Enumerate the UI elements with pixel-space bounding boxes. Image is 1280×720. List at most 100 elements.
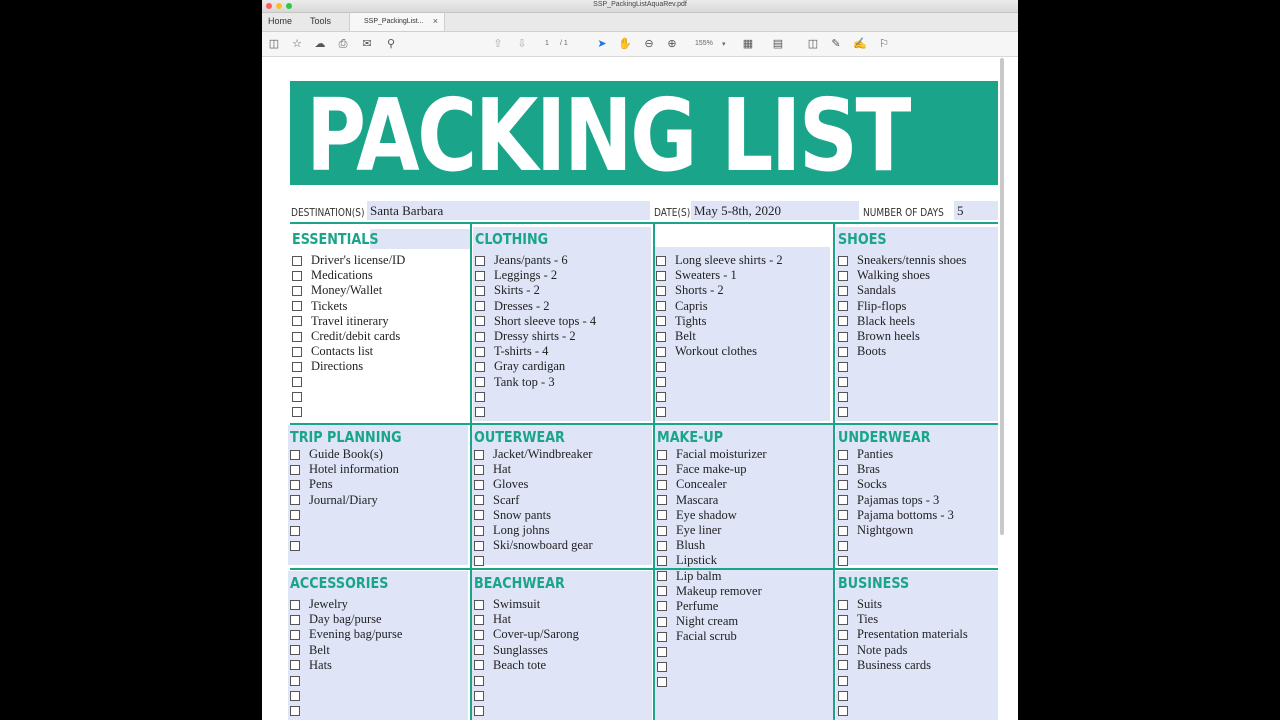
checkbox[interactable] [292, 346, 302, 357]
checkbox[interactable] [474, 495, 484, 506]
checklist-item-label[interactable]: Workout clothes [675, 344, 757, 359]
checklist-item-label[interactable]: Sandals [857, 283, 896, 298]
checkbox[interactable] [838, 301, 848, 312]
checklist-item-label[interactable]: Short sleeve tops - 4 [494, 314, 596, 329]
checklist-item-label[interactable]: Skirts - 2 [494, 283, 540, 298]
checklist-item-label[interactable]: Money/Wallet [311, 283, 382, 298]
checkbox[interactable] [838, 346, 848, 357]
checkbox[interactable] [656, 377, 666, 388]
checkbox[interactable] [838, 270, 848, 281]
checkbox[interactable] [656, 331, 666, 342]
tab-document[interactable]: SSP_PackingList... × [349, 13, 445, 31]
checklist-item-label[interactable]: Beach tote [493, 658, 546, 673]
checklist-item-label[interactable]: Hat [493, 462, 511, 477]
checklist-item-label[interactable]: Jacket/Windbreaker [493, 447, 592, 462]
checkbox[interactable] [838, 675, 848, 686]
checklist-item-label[interactable]: Pajama bottoms - 3 [857, 508, 954, 523]
checkbox[interactable] [838, 510, 848, 521]
checklist-item-label[interactable]: Long sleeve shirts - 2 [675, 253, 783, 268]
zoom-out-icon[interactable]: ⊖ [641, 36, 657, 52]
checklist-item-label[interactable]: Black heels [857, 314, 915, 329]
checkbox[interactable] [474, 464, 484, 475]
checkbox[interactable] [290, 479, 300, 490]
checklist-item-label[interactable]: Suits [857, 597, 882, 612]
checkbox[interactable] [657, 449, 667, 460]
checkbox[interactable] [474, 599, 484, 610]
draw-signature-icon[interactable]: ✍ [852, 36, 868, 52]
checkbox[interactable] [474, 675, 484, 686]
previous-page-icon[interactable]: ⇧ [490, 36, 506, 52]
checkbox[interactable] [290, 705, 300, 716]
checklist-item-label[interactable]: Boots [857, 344, 886, 359]
checkbox[interactable] [290, 599, 300, 610]
upload-cloud-icon[interactable]: ☁ [312, 36, 328, 52]
checkbox[interactable] [292, 331, 302, 342]
destination-field[interactable]: Santa Barbara [367, 201, 650, 220]
print-icon[interactable]: ⎙ [335, 36, 351, 52]
chevron-down-icon[interactable]: ▾ [722, 40, 726, 48]
checklist-item-label[interactable]: Swimsuit [493, 597, 540, 612]
checkbox[interactable] [838, 407, 848, 418]
checklist-item-label[interactable]: Facial scrub [676, 629, 737, 644]
checklist-item-label[interactable]: Flip-flops [857, 299, 906, 314]
checklist-item-label[interactable]: Leggings - 2 [494, 268, 557, 283]
checklist-item-label[interactable]: Credit/debit cards [311, 329, 400, 344]
checklist-item-label[interactable]: Makeup remover [676, 584, 762, 599]
checklist-item-label[interactable]: Eye liner [676, 523, 721, 538]
select-cursor-icon[interactable]: ➤ [594, 36, 610, 52]
checkbox[interactable] [656, 392, 666, 403]
checkbox[interactable] [657, 647, 667, 658]
checkbox[interactable] [292, 301, 302, 312]
checklist-item-label[interactable]: Blush [676, 538, 705, 553]
checkbox[interactable] [474, 629, 484, 640]
checkbox[interactable] [657, 571, 667, 582]
checkbox[interactable] [656, 301, 666, 312]
checkbox[interactable] [475, 285, 485, 296]
checkbox[interactable] [657, 586, 667, 597]
checkbox[interactable] [475, 255, 485, 266]
checkbox[interactable] [474, 555, 484, 566]
checkbox[interactable] [474, 540, 484, 551]
checklist-item-label[interactable]: Jewelry [309, 597, 348, 612]
checklist-item-label[interactable]: Eye shadow [676, 508, 737, 523]
comment-icon[interactable]: ◫ [805, 36, 821, 52]
checklist-item-label[interactable]: Sweaters - 1 [675, 268, 737, 283]
checkbox[interactable] [292, 392, 302, 403]
days-field[interactable]: 5 [954, 201, 998, 220]
checkbox[interactable] [475, 346, 485, 357]
checkbox[interactable] [657, 479, 667, 490]
checkbox[interactable] [657, 540, 667, 551]
checklist-item-label[interactable]: Hotel information [309, 462, 399, 477]
tab-tools[interactable]: Tools [310, 16, 331, 26]
checkbox[interactable] [656, 270, 666, 281]
pdf-page[interactable]: PACKING LIST DESTINATION(S) Santa Barbar… [262, 57, 1018, 720]
checklist-item-label[interactable]: Snow pants [493, 508, 551, 523]
checklist-item-label[interactable]: Travel itinerary [311, 314, 389, 329]
checkbox[interactable] [292, 361, 302, 372]
checklist-item-label[interactable]: Socks [857, 477, 887, 492]
checklist-item-label[interactable]: Panties [857, 447, 893, 462]
checkbox[interactable] [838, 392, 848, 403]
checkbox[interactable] [290, 540, 300, 551]
checklist-item-label[interactable]: Ties [857, 612, 878, 627]
checklist-item-label[interactable]: Nightgown [857, 523, 913, 538]
search-zoom-icon[interactable]: ⚲ [383, 36, 399, 52]
checkbox[interactable] [474, 479, 484, 490]
checkbox[interactable] [838, 285, 848, 296]
checkbox[interactable] [474, 525, 484, 536]
checkbox[interactable] [475, 316, 485, 327]
checklist-item-label[interactable]: Belt [309, 643, 330, 658]
checkbox[interactable] [838, 555, 848, 566]
checklist-item-label[interactable]: Evening bag/purse [309, 627, 402, 642]
checkbox[interactable] [290, 495, 300, 506]
hand-tool-icon[interactable]: ✋ [617, 36, 633, 52]
checklist-item-label[interactable]: Note pads [857, 643, 907, 658]
checklist-item-label[interactable]: Pens [309, 477, 333, 492]
dates-field[interactable]: May 5-8th, 2020 [691, 201, 859, 220]
checklist-item-label[interactable]: Capris [675, 299, 708, 314]
checklist-item-label[interactable]: Medications [311, 268, 373, 283]
checkbox[interactable] [474, 660, 484, 671]
checklist-item-label[interactable]: Sunglasses [493, 643, 548, 658]
checklist-item-label[interactable]: Cover-up/Sarong [493, 627, 579, 642]
email-icon[interactable]: ✉ [359, 36, 375, 52]
